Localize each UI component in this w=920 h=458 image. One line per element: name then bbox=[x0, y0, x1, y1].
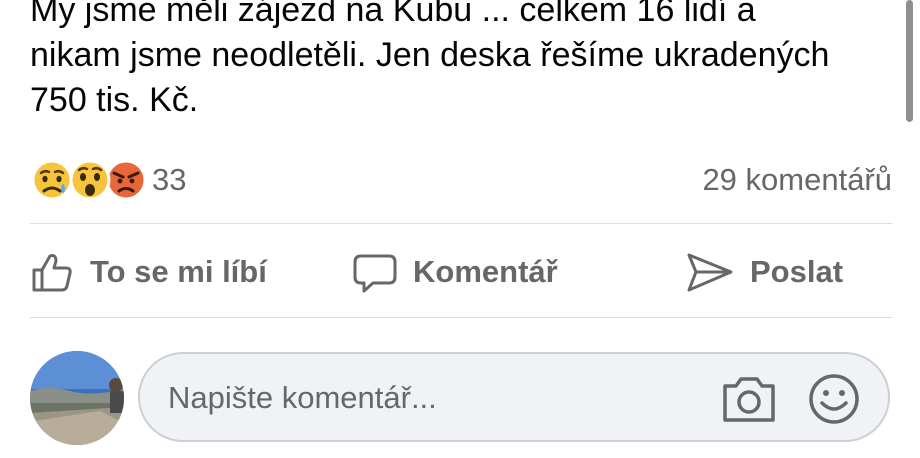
angry-emoji-icon bbox=[105, 159, 147, 201]
post-text: My jsme měli zájezd na Kubu ... celkem 1… bbox=[30, 0, 890, 123]
comment-placeholder: Napište komentář... bbox=[168, 380, 437, 415]
reaction-count[interactable]: 33 bbox=[152, 162, 186, 198]
share-button[interactable]: Poslat bbox=[686, 242, 843, 302]
sad-emoji-icon bbox=[31, 159, 73, 201]
post-text-line: nikam jsme neodletěli. Jen deska řešíme … bbox=[30, 36, 830, 74]
send-icon bbox=[687, 253, 733, 292]
comment-bubble-icon bbox=[353, 254, 397, 293]
reactions-bar[interactable]: 33 29 komentářů bbox=[30, 156, 892, 204]
smiley-icon[interactable] bbox=[808, 373, 860, 425]
comment-button[interactable]: Komentář bbox=[353, 242, 558, 302]
divider bbox=[30, 317, 892, 318]
thumbs-up-icon bbox=[32, 254, 72, 292]
avatar-photo bbox=[30, 351, 124, 445]
wow-emoji-icon bbox=[69, 159, 111, 201]
comment-label: Komentář bbox=[413, 254, 558, 289]
divider bbox=[30, 223, 892, 224]
camera-icon[interactable] bbox=[720, 374, 778, 424]
avatar[interactable] bbox=[30, 351, 124, 445]
like-button[interactable]: To se mi líbí bbox=[30, 242, 267, 302]
post-actions: To se mi líbí Komentář Poslat bbox=[0, 242, 920, 302]
post-text-line: 750 tis. Kč. bbox=[30, 81, 199, 119]
reaction-icons[interactable] bbox=[30, 158, 150, 202]
comment-input[interactable]: Napište komentář... bbox=[138, 352, 890, 442]
post-text-line: My jsme měli zájezd na Kubu ... celkem 1… bbox=[30, 0, 756, 29]
share-label: Poslat bbox=[750, 254, 844, 289]
scrollbar[interactable] bbox=[906, 0, 913, 122]
like-label: To se mi líbí bbox=[90, 254, 267, 289]
comments-count-link[interactable]: 29 komentářů bbox=[702, 162, 892, 198]
